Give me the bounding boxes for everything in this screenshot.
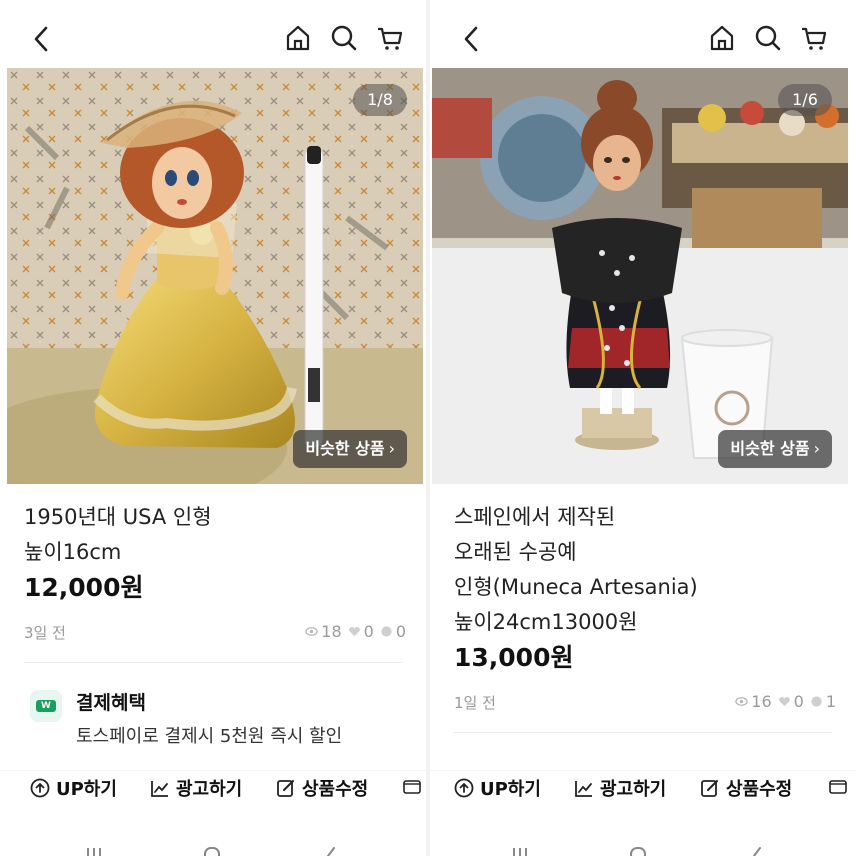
divider (24, 662, 402, 663)
edit-icon (277, 780, 294, 797)
edit-product-button[interactable]: 상품수정 (700, 775, 792, 801)
home-nav-icon[interactable] (628, 844, 648, 856)
recent-apps-icon[interactable] (84, 844, 104, 856)
product-title-line: 스페인에서 제작된 (454, 505, 616, 529)
search-icon[interactable] (330, 24, 358, 52)
product-photo[interactable]: 1/8 비슷한 상품 › (7, 68, 423, 484)
ad-button[interactable]: 광고하기 (150, 775, 242, 801)
like-count: 0 (348, 622, 374, 641)
home-icon[interactable] (708, 24, 736, 52)
chat-icon (811, 696, 822, 707)
recent-apps-icon[interactable] (510, 844, 530, 856)
product-title-line: 인형(Muneca Artesania) (454, 575, 698, 599)
chat-count: 0 (380, 622, 406, 641)
similar-products-label: 비슷한 상품 (730, 439, 810, 458)
chat-count-value: 1 (825, 692, 836, 711)
top-bar (0, 0, 426, 72)
edit-product-label: 상품수정 (726, 779, 793, 800)
up-arrow-icon (30, 778, 50, 798)
seller-action-bar: UP하기 광고하기 상품수정 (0, 770, 426, 804)
chevron-right-icon: › (813, 439, 820, 458)
up-button[interactable]: UP하기 (30, 775, 117, 801)
back-arrow-icon[interactable] (460, 24, 484, 54)
product-photo[interactable]: 1/6 비슷한 상품 › (432, 68, 848, 484)
product-title-line: 높이16cm (24, 540, 122, 564)
similar-products-label: 비슷한 상품 (305, 439, 385, 458)
similar-products-button[interactable]: 비슷한 상품 › (293, 430, 407, 468)
system-nav-bar (430, 836, 856, 856)
product-info: 1950년대 USA 인형 높이16cm 12,000원 (24, 500, 406, 606)
box-icon (403, 780, 421, 794)
chevron-right-icon: › (388, 439, 395, 458)
top-bar (430, 0, 856, 72)
view-count: 18 (305, 622, 342, 641)
seller-action-bar: UP하기 광고하기 상품수정 (430, 770, 856, 804)
edit-product-button[interactable]: 상품수정 (276, 775, 368, 801)
more-action-button[interactable] (828, 775, 848, 795)
up-button[interactable]: UP하기 (454, 775, 541, 801)
product-stats: 18 0 0 (305, 622, 406, 641)
ad-button[interactable]: 광고하기 (574, 775, 666, 801)
eye-icon (305, 627, 318, 636)
toss-pay-icon: W (30, 690, 62, 722)
benefit-description: 토스페이로 결제시 5천원 즉시 할인 (76, 726, 343, 747)
product-meta: 1일 전 16 0 1 (454, 692, 836, 713)
home-nav-icon[interactable] (202, 844, 222, 856)
chart-icon (575, 781, 592, 797)
view-count-value: 18 (321, 622, 342, 641)
heart-icon (348, 627, 360, 637)
product-title-line: 높이24cm13000원 (454, 610, 638, 634)
search-icon[interactable] (754, 24, 782, 52)
more-action-button[interactable] (402, 775, 422, 795)
product-price: 13,000원 (454, 643, 574, 672)
benefit-title: 결제혜택 (76, 692, 146, 714)
cart-icon[interactable] (376, 24, 404, 52)
product-title-line: 1950년대 USA 인형 (24, 505, 212, 529)
left-product-screen: 1/8 비슷한 상품 › 1950년대 USA 인형 높이16cm 12,000원… (0, 0, 426, 856)
system-nav-bar (0, 836, 426, 856)
product-title-line: 오래된 수공예 (454, 540, 577, 564)
doll-photo-illustration (7, 68, 423, 484)
posted-time: 1일 전 (454, 694, 496, 712)
image-counter: 1/6 (778, 84, 832, 116)
edit-icon (701, 780, 718, 797)
chat-count-value: 0 (395, 622, 406, 641)
ad-button-label: 광고하기 (600, 779, 667, 800)
up-button-label: UP하기 (480, 779, 541, 800)
chat-count: 1 (810, 692, 836, 711)
back-nav-icon[interactable] (320, 844, 340, 856)
heart-icon (778, 697, 790, 707)
back-arrow-icon[interactable] (30, 24, 54, 54)
eye-icon (735, 697, 748, 706)
posted-time: 3일 전 (24, 624, 66, 642)
cart-icon[interactable] (800, 24, 828, 52)
product-info: 스페인에서 제작된 오래된 수공예 인형(Muneca Artesania) 높… (454, 500, 836, 676)
similar-products-button[interactable]: 비슷한 상품 › (718, 430, 832, 468)
product-price: 12,000원 (24, 573, 144, 602)
view-count-value: 16 (751, 692, 772, 711)
ad-button-label: 광고하기 (176, 779, 243, 800)
like-count: 0 (778, 692, 804, 711)
chat-icon (381, 626, 392, 637)
up-arrow-icon (454, 778, 474, 798)
up-button-label: UP하기 (56, 779, 117, 800)
home-icon[interactable] (284, 24, 312, 52)
doll-photo-illustration (432, 68, 848, 484)
like-count-value: 0 (793, 692, 804, 711)
chart-icon (151, 781, 168, 797)
image-counter: 1/8 (353, 84, 407, 116)
box-icon (829, 780, 847, 794)
like-count-value: 0 (363, 622, 374, 641)
product-meta: 3일 전 18 0 0 (24, 622, 406, 643)
view-count: 16 (735, 692, 772, 711)
edit-product-label: 상품수정 (302, 779, 369, 800)
product-stats: 16 0 1 (735, 692, 836, 711)
right-product-screen: 1/6 비슷한 상품 › 스페인에서 제작된 오래된 수공예 인형(Muneca … (430, 0, 856, 856)
back-nav-icon[interactable] (746, 844, 766, 856)
divider (454, 732, 832, 733)
